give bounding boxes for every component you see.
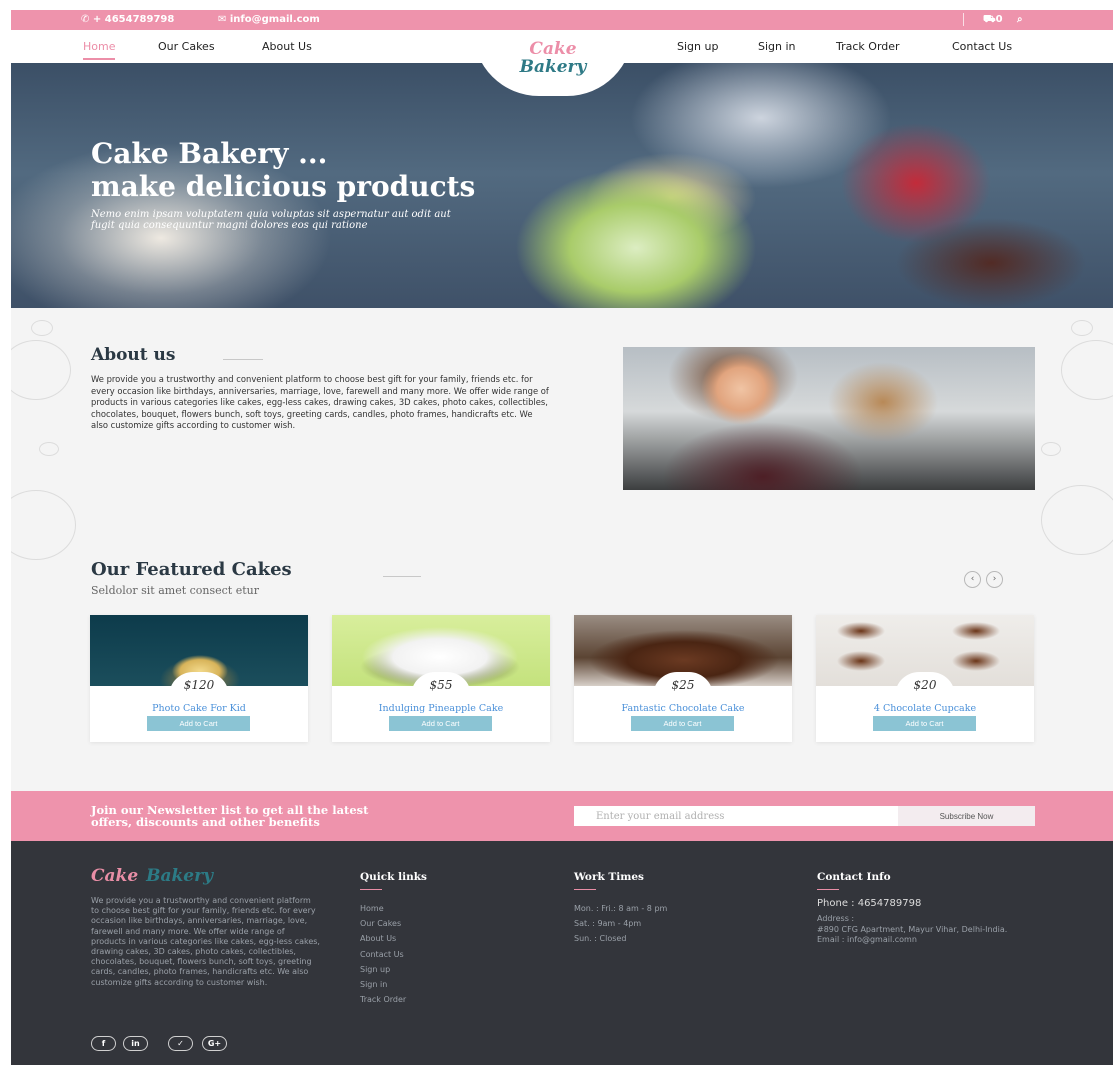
doodle-cloud-icon (31, 320, 53, 336)
nav-our-cakes[interactable]: Our Cakes (158, 40, 215, 53)
page: ✆ + 4654789798 ✉ info@gmail.com ⛟0 ⌕ Hom… (11, 10, 1113, 1065)
about-photo (623, 347, 1035, 490)
product-card: $55 Indulging Pineapple Cake Add to Cart (332, 615, 550, 742)
footer-logo[interactable]: Cake Bakery (91, 866, 213, 886)
product-card: $120 Photo Cake For Kid Add to Cart (90, 615, 308, 742)
carousel-prev-button[interactable]: ‹ (964, 571, 981, 588)
footer-link-sign-up[interactable]: Sign up (360, 962, 406, 977)
doodle-cupcake-icon (1061, 340, 1113, 400)
work-time-weekdays: Mon. : Fri.: 8 am - 8 pm (574, 904, 668, 913)
subscribe-button[interactable]: Subscribe Now (898, 806, 1035, 826)
nav-sign-in[interactable]: Sign in (758, 40, 796, 53)
footer-link-our-cakes[interactable]: Our Cakes (360, 916, 406, 931)
footer-address: Address : #890 CFG Apartment, Mayur Viha… (817, 914, 1008, 945)
footer-link-contact-us[interactable]: Contact Us (360, 947, 406, 962)
doodle-cupcake-icon (11, 490, 76, 560)
top-bar: ✆ + 4654789798 ✉ info@gmail.com ⛟0 ⌕ (11, 10, 1113, 30)
featured-subtitle: Seldolor sit amet consect etur (91, 584, 259, 597)
about-title: About us (91, 345, 176, 365)
facebook-icon[interactable]: f (91, 1036, 116, 1051)
product-card: $20 4 Chocolate Cupcake Add to Cart (816, 615, 1034, 742)
google-plus-icon[interactable]: G+ (202, 1036, 227, 1051)
featured-title-underline (383, 576, 421, 577)
add-to-cart-button[interactable]: Add to Cart (147, 716, 250, 731)
email-contact[interactable]: ✉ info@gmail.com (218, 14, 320, 25)
cart-button[interactable]: ⛟0 (983, 14, 1003, 27)
add-to-cart-button[interactable]: Add to Cart (631, 716, 734, 731)
footer: Cake Bakery We provide you a trustworthy … (11, 841, 1113, 1065)
product-card: $25 Fantastic Chocolate Cake Add to Cart (574, 615, 792, 742)
newsletter-text: Join our Newsletter list to get all the … (91, 803, 369, 829)
logo-line-bakery: Bakery (519, 57, 587, 77)
nav-home[interactable]: Home (83, 40, 116, 60)
footer-link-home[interactable]: Home (360, 901, 406, 916)
nav-contact-us[interactable]: Contact Us (952, 40, 1012, 53)
work-time-sunday: Sun. : Closed (574, 934, 627, 944)
doodle-cupcake-icon (11, 340, 71, 400)
hero-title-line2: make delicious products (91, 170, 476, 203)
hero-title-line1: Cake Bakery ... (91, 137, 328, 170)
nav-sign-up[interactable]: Sign up (677, 40, 718, 53)
twitter-icon[interactable]: ✓ (168, 1036, 193, 1051)
mail-icon: ✉ (218, 14, 227, 25)
logo-line-cake: Cake (529, 39, 577, 59)
newsletter-bar: Join our Newsletter list to get all the … (11, 791, 1113, 841)
footer-phone: Phone : 4654789798 (817, 898, 922, 909)
work-times-list: Mon. : Fri.: 8 am - 8 pm Sat. : 9am - 4p… (574, 901, 667, 947)
about-title-underline (223, 359, 263, 360)
hero-subtitle: Nemo enim ipsam voluptatem quia voluptas… (91, 209, 451, 231)
doodle-cloud-icon (1041, 442, 1061, 456)
footer-link-about-us[interactable]: About Us (360, 931, 406, 946)
featured-title: Our Featured Cakes (91, 559, 292, 580)
product-name[interactable]: Photo Cake For Kid (90, 703, 308, 714)
doodle-cloud-icon (39, 442, 59, 456)
about-text: We provide you a trustworthy and conveni… (91, 374, 549, 431)
phone-icon: ✆ (81, 14, 90, 25)
newsletter-email-input[interactable] (574, 806, 898, 826)
footer-about-text: We provide you a trustworthy and conveni… (91, 896, 320, 987)
contact-info-title: Contact Info (817, 871, 891, 890)
nav-about-us[interactable]: About Us (262, 40, 312, 53)
carousel-next-button[interactable]: › (986, 571, 1003, 588)
product-name[interactable]: Indulging Pineapple Cake (332, 703, 550, 714)
add-to-cart-button[interactable]: Add to Cart (389, 716, 492, 731)
hero-banner: Cake Bakery ... make delicious products … (11, 63, 1113, 308)
doodle-cloud-icon (1071, 320, 1093, 336)
cart-icon: ⛟ (983, 14, 996, 25)
nav-track-order[interactable]: Track Order (836, 40, 900, 53)
phone-contact[interactable]: ✆ + 4654789798 (81, 14, 174, 25)
product-name[interactable]: Fantastic Chocolate Cake (574, 703, 792, 714)
chevron-left-icon: ‹ (970, 574, 975, 584)
work-time-saturday: Sat. : 9am - 4pm (574, 919, 642, 929)
footer-link-sign-in[interactable]: Sign in (360, 977, 406, 992)
footer-link-track-order[interactable]: Track Order (360, 992, 406, 1007)
topbar-divider (963, 13, 964, 26)
quick-links-title: Quick links (360, 871, 427, 890)
linkedin-icon[interactable]: in (123, 1036, 148, 1051)
search-icon[interactable]: ⌕ (1017, 14, 1023, 25)
chevron-right-icon: › (992, 574, 997, 584)
work-times-title: Work Times (574, 871, 644, 890)
add-to-cart-button[interactable]: Add to Cart (873, 716, 976, 731)
doodle-cupcake-icon (1041, 485, 1113, 555)
product-name[interactable]: 4 Chocolate Cupcake (816, 703, 1034, 714)
quick-links-list: Home Our Cakes About Us Contact Us Sign … (360, 901, 406, 1007)
